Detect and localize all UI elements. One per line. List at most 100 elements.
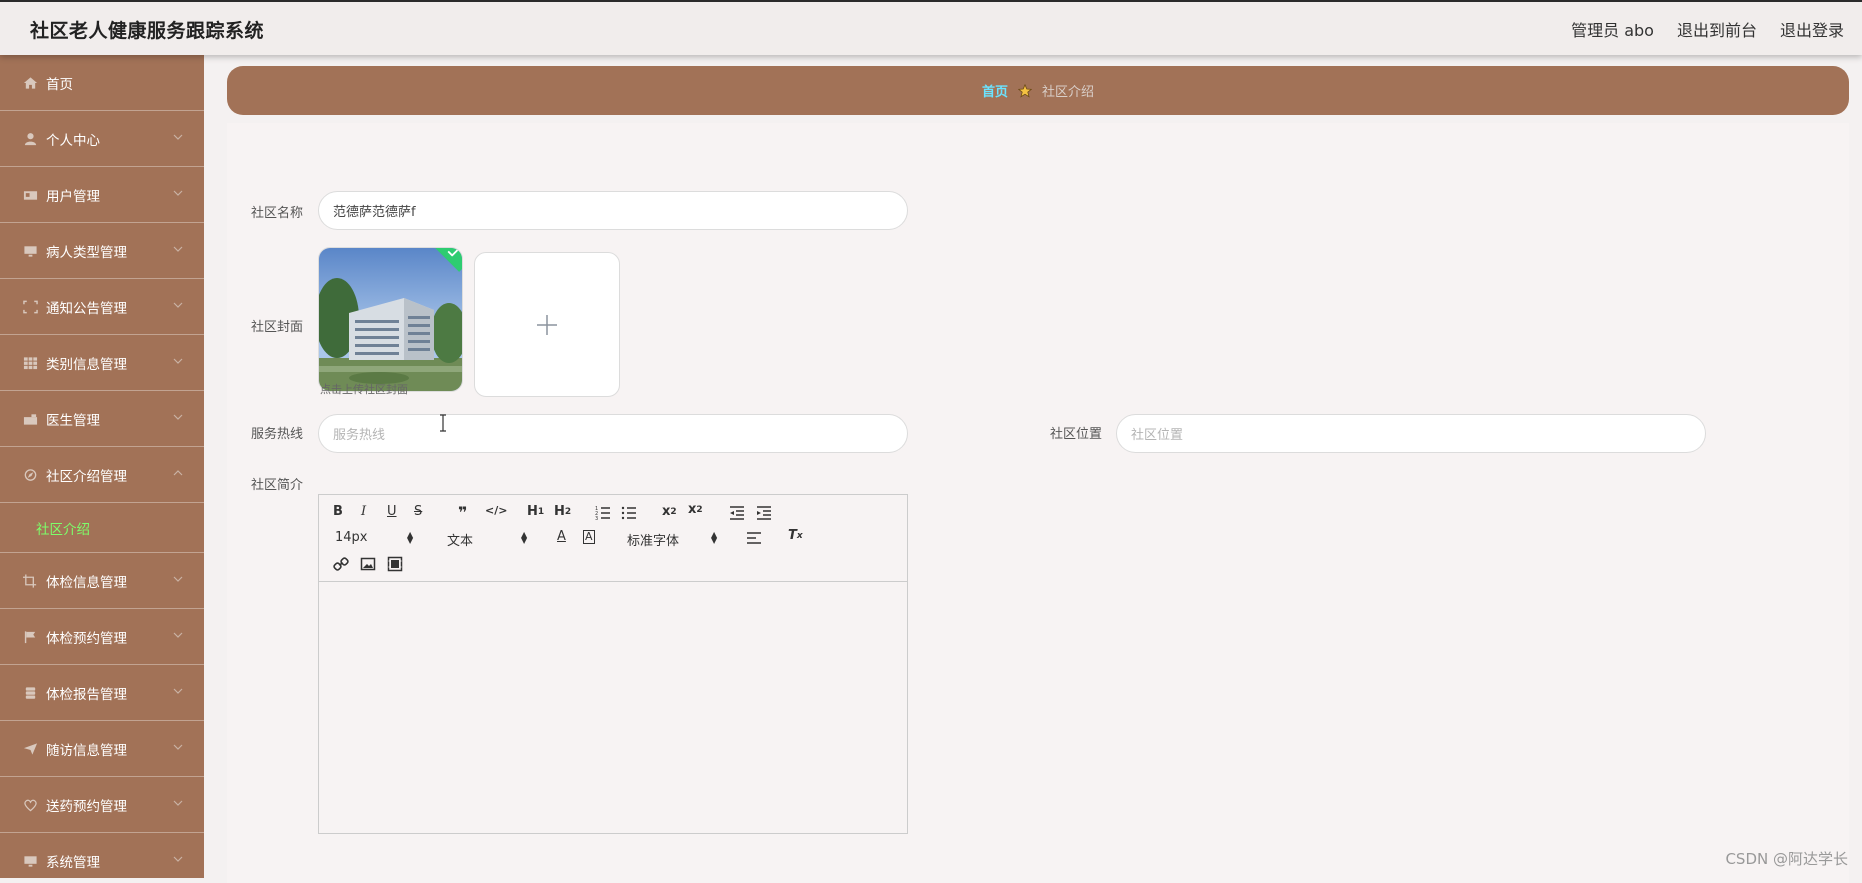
sidebar-item-label: 体检报告管理 [46,683,127,703]
check-icon [447,247,461,256]
send-icon [22,742,38,756]
svg-text:3: 3 [595,516,598,521]
sidebar-item-checkup-info[interactable]: 体检信息管理 [0,553,204,609]
sidebar-item-checkup-report[interactable]: 体检报告管理 [0,665,204,721]
sidebar-item-label: 送药预约管理 [46,795,127,815]
heading-1-icon[interactable]: H1 [527,504,544,519]
chevron-down-icon [172,131,184,143]
chevron-down-icon [172,299,184,311]
sidebar-item-patient-type[interactable]: 病人类型管理 [0,223,204,279]
chevron-down-icon [172,629,184,641]
blockquote-icon[interactable]: ❞ [458,503,467,522]
bullet-list-icon[interactable] [621,505,637,521]
chevron-down-icon [172,411,184,423]
indent-icon[interactable] [756,505,772,521]
edit-form: 社区名称 范德萨范德萨f 社区封面 [227,123,1849,883]
superscript-icon[interactable]: x2 [688,502,703,517]
star-icon [1018,84,1032,98]
editor-toolbar: B I U S ❞ </> H1 H2 123 x2 x2 14px ▲▼ [319,495,907,582]
background-color-icon[interactable]: A [583,530,595,544]
fullscreen-icon [22,300,38,314]
sidebar-item-notice[interactable]: 通知公告管理 [0,279,204,335]
exit-to-front-link[interactable]: 退出到前台 [1677,17,1757,41]
subscript-icon[interactable]: x2 [662,504,677,519]
service-hotline-input[interactable]: 服务热线 [318,414,908,453]
underline-icon[interactable]: U [387,504,397,519]
submenu-community-intro[interactable]: 社区介绍 [0,503,204,553]
chevron-down-icon [172,741,184,753]
sidebar-item-label: 用户管理 [46,185,100,205]
sidebar-item-label: 医生管理 [46,409,100,429]
italic-icon[interactable]: I [361,504,366,519]
breadcrumb-home-link[interactable]: 首页 [982,81,1008,100]
sidebar-item-doctor[interactable]: 医生管理 [0,391,204,447]
top-bar: 社区老人健康服务跟踪系统 管理员 abo 退出到前台 退出登录 [0,0,1862,55]
video-icon[interactable] [387,556,403,572]
community-name-input[interactable]: 范德萨范德萨f [318,191,908,230]
sidebar-item-community-intro-management[interactable]: 社区介绍管理 [0,447,204,503]
sidebar: 首页 个人中心 用户管理 病人类型管理 通知公告管理 类别信息管理 医生管理 社… [0,55,204,878]
community-location-input[interactable]: 社区位置 [1116,414,1706,453]
cover-upload-button[interactable] [474,252,620,397]
grid-icon [22,356,38,370]
compass-icon [22,468,38,482]
app-title: 社区老人健康服务跟踪系统 [30,16,264,43]
community-name-label: 社区名称 [251,202,303,221]
breadcrumb-current: 社区介绍 [1042,81,1094,100]
sidebar-item-home[interactable]: 首页 [0,55,204,111]
chevron-down-icon [172,685,184,697]
plus-icon [535,313,559,337]
id-card-icon [22,188,38,202]
strikethrough-icon[interactable]: S [414,504,422,519]
chevron-down-icon [172,853,184,865]
sidebar-item-label: 体检预约管理 [46,627,127,647]
cover-upload-tip: 点击上传社区封面 [320,381,408,397]
header-format-select[interactable]: 文本 ▲▼ [447,530,529,549]
heading-2-icon[interactable]: H2 [554,504,571,519]
font-color-icon[interactable]: A [557,529,566,544]
sidebar-item-label: 系统管理 [46,851,100,871]
current-user-label: 管理员 abo [1571,17,1654,41]
font-size-select[interactable]: 14px ▲▼ [335,530,415,545]
monitor-icon [22,854,38,868]
logout-link[interactable]: 退出登录 [1780,17,1844,41]
chevron-up-icon [172,467,184,479]
sidebar-item-personal-center[interactable]: 个人中心 [0,111,204,167]
editor-content-area[interactable] [319,582,907,832]
font-family-select[interactable]: 标准字体 ▲▼ [627,530,719,549]
link-icon[interactable] [333,556,349,572]
sidebar-item-category[interactable]: 类别信息管理 [0,335,204,391]
select-arrows-icon: ▲▼ [521,532,527,544]
sidebar-item-system[interactable]: 系统管理 [0,833,204,878]
outdent-icon[interactable] [729,505,745,521]
code-block-icon[interactable]: </> [485,504,507,517]
clear-format-icon[interactable]: Tx [788,528,803,543]
main-content: 首页 社区介绍 社区名称 范德萨范德萨f 社区封面 [204,55,1862,878]
monitor-icon [22,244,38,258]
chevron-down-icon [172,243,184,255]
chevron-down-icon [172,797,184,809]
rich-text-editor: B I U S ❞ </> H1 H2 123 x2 x2 14px ▲▼ [318,494,908,834]
text-cursor-icon [438,414,448,432]
chevron-down-icon [172,355,184,367]
sidebar-item-user-management[interactable]: 用户管理 [0,167,204,223]
user-icon [22,132,38,146]
sidebar-item-label: 体检信息管理 [46,571,127,591]
select-arrows-icon: ▲▼ [711,532,717,544]
sidebar-item-checkup-booking[interactable]: 体检预约管理 [0,609,204,665]
sidebar-item-medicine-delivery[interactable]: 送药预约管理 [0,777,204,833]
crop-icon [22,574,38,588]
bold-icon[interactable]: B [333,504,343,519]
cover-thumbnail[interactable] [318,247,463,392]
sidebar-item-follow-up[interactable]: 随访信息管理 [0,721,204,777]
breadcrumb: 首页 社区介绍 [227,66,1849,115]
heart-icon [22,798,38,812]
building-photo [319,248,463,392]
sidebar-item-label: 通知公告管理 [46,297,127,317]
ordered-list-icon[interactable]: 123 [595,505,611,521]
case-icon [22,412,38,426]
chevron-down-icon [172,187,184,199]
image-icon[interactable] [360,556,376,572]
sidebar-item-label: 病人类型管理 [46,241,127,261]
align-icon[interactable] [746,530,762,546]
